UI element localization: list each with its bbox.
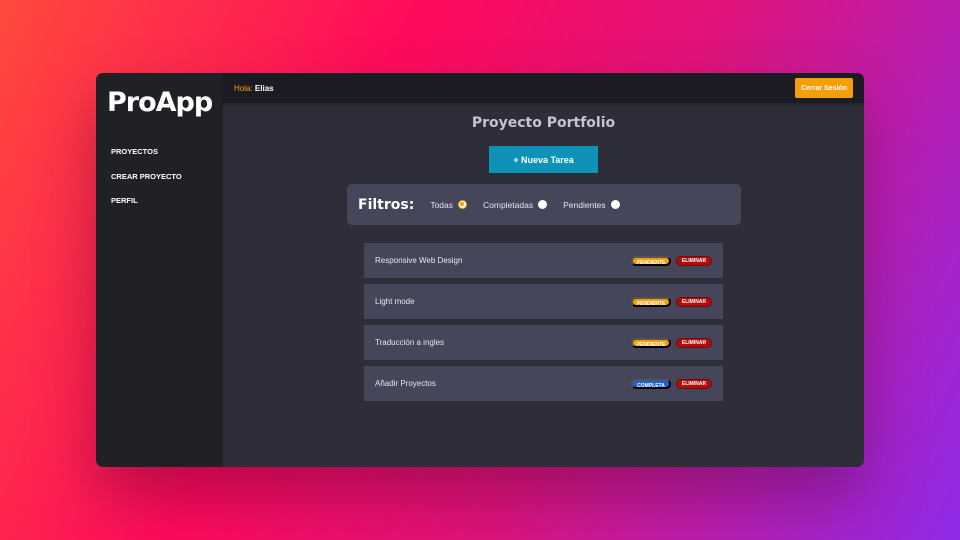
task-row: Traducción a ingles Pendiente Eliminar [364,325,723,360]
task-name: Añadir Proyectos [375,379,436,388]
radio-empty-icon[interactable] [610,200,620,209]
logout-button[interactable]: Cerrar Sesión [795,78,853,98]
sidebar-item-proyectos[interactable]: Proyectos [96,147,223,172]
task-status-toggle[interactable]: Pendiente [631,296,671,307]
project-title: Proyecto Portfolio [471,115,616,131]
sidebar-nav: Proyectos Crear Proyecto Perfil [96,147,223,221]
sidebar: ProApp Proyectos Crear Proyecto Perfil [96,73,223,467]
task-name: Responsive Web Design [375,256,463,265]
filters-label: Filtros: [358,196,415,213]
delete-task-button[interactable]: Eliminar [676,337,712,348]
task-name: Light mode [375,297,415,306]
top-bar: Hola: Elias Cerrar Sesión [223,73,864,103]
task-status-toggle[interactable]: Completa [631,378,671,389]
delete-task-button[interactable]: Eliminar [676,255,712,266]
task-row: Light mode Pendiente Eliminar [364,284,723,319]
new-task-button[interactable]: + Nueva Tarea [489,146,598,173]
delete-task-button[interactable]: Eliminar [676,296,712,307]
filters-panel: Filtros: Todas Completadas Pendientes [347,184,741,225]
app-logo: ProApp [107,87,213,118]
radio-selected-icon[interactable] [458,200,467,209]
task-actions: Pendiente Eliminar [631,296,712,307]
radio-empty-icon[interactable] [538,200,548,209]
app-window: ProApp Proyectos Crear Proyecto Perfil H… [96,73,864,467]
project-content: Proyecto Portfolio + Nueva Tarea Filtros… [223,103,864,467]
delete-task-button[interactable]: Eliminar [676,378,712,389]
filter-option-completadas[interactable]: Completadas [483,199,548,210]
filter-option-pendientes[interactable]: Pendientes [563,200,620,210]
filter-option-label: Todas [430,199,453,210]
main-area: Hola: Elias Cerrar Sesión Proyecto Portf… [223,73,864,467]
sidebar-item-perfil[interactable]: Perfil [96,196,223,221]
task-status-toggle[interactable]: Pendiente [631,337,671,348]
task-actions: Completa Eliminar [631,378,712,389]
user-greeting: Hola: Elias [234,84,274,93]
task-name: Traducción a ingles [375,338,445,347]
filter-option-todas[interactable]: Todas [430,200,467,210]
greeting-label: Hola: [234,83,253,93]
user-name: Elias [254,83,274,93]
sidebar-item-crear-proyecto[interactable]: Crear Proyecto [96,172,223,197]
task-actions: Pendiente Eliminar [631,337,712,348]
task-status-toggle[interactable]: Pendiente [631,255,671,266]
task-actions: Pendiente Eliminar [631,255,712,266]
task-row: Añadir Proyectos Completa Eliminar [364,366,723,401]
filter-option-label: Pendientes [563,199,606,210]
task-row: Responsive Web Design Pendiente Eliminar [364,243,723,278]
filter-option-label: Completadas [483,199,534,210]
